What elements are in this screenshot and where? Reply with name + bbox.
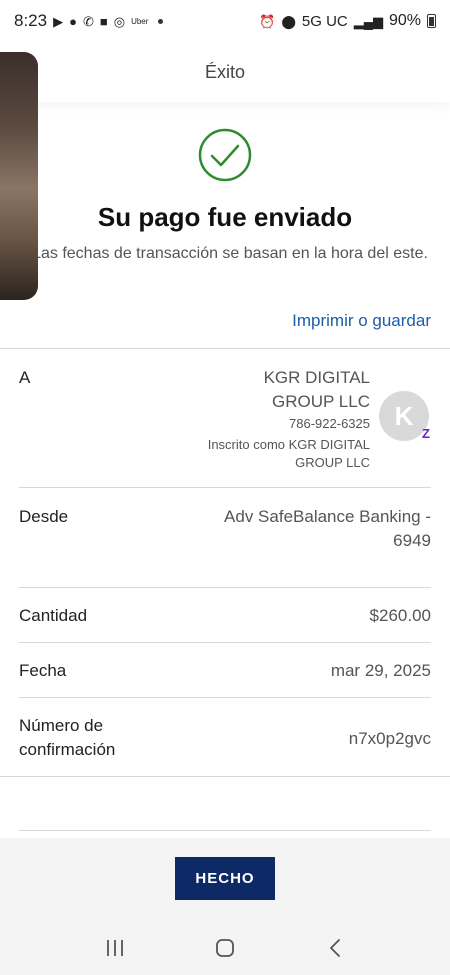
confirmation-number: n7x0p2gvc — [348, 729, 431, 748]
status-time: 8:23 — [14, 11, 48, 30]
from-label: Desde — [19, 507, 69, 526]
divider — [19, 487, 431, 488]
divider — [0, 776, 450, 777]
done-button[interactable]: HECHO — [175, 857, 275, 900]
video-icon: ▶ — [53, 13, 64, 29]
battery-icon — [427, 14, 436, 28]
instagram-icon: ◎ — [113, 13, 126, 29]
back-icon — [330, 938, 340, 957]
status-bar: 8:23 ▶ ● ✆ ■ ◎ Uber ⏰ ⬤ 5G UC ▂▄▆ 90% — [0, 0, 450, 42]
success-check-icon — [198, 128, 252, 182]
zelle-badge-icon: Z — [422, 426, 430, 441]
divider — [19, 830, 431, 831]
chat-icon: ● — [69, 13, 77, 29]
page-title: Éxito — [204, 61, 246, 82]
date-value: mar 29, 2025 — [330, 661, 431, 680]
recent-apps-button[interactable] — [95, 928, 135, 968]
avatar-initial: K — [394, 400, 414, 431]
app-n-icon: ■ — [99, 13, 108, 29]
system-nav-bar — [0, 920, 450, 975]
more-notifications-icon — [158, 18, 164, 24]
recipient-label: A — [19, 368, 31, 387]
recipient-enrolled-as: Inscrito como KGR DIGITAL GROUP LLC — [207, 437, 370, 470]
date-label: Fecha — [19, 661, 67, 680]
alarm-icon: ⏰ — [259, 13, 276, 29]
divider — [0, 348, 450, 349]
confirmation-label: Número de confirmación — [19, 716, 116, 759]
divider — [19, 697, 431, 698]
signal-icon: ▂▄▆ — [353, 13, 383, 29]
uber-icon: Uber — [131, 16, 149, 26]
back-button[interactable] — [315, 928, 355, 968]
location-icon: ⬤ — [281, 13, 296, 29]
video-pip-overlay[interactable] — [0, 52, 38, 300]
recipient-phone: 786-922-6325 — [289, 416, 370, 431]
recent-apps-icon — [107, 939, 123, 956]
amount-label: Cantidad — [19, 606, 88, 625]
network-indicator: 5G UC — [301, 12, 348, 30]
success-subtitle: Las fechas de transacción se basan en la… — [32, 245, 428, 262]
home-icon — [216, 938, 234, 957]
battery-percent: 90% — [388, 12, 421, 29]
amount-value: $260.00 — [369, 606, 431, 625]
divider — [19, 642, 431, 643]
home-button[interactable] — [205, 928, 245, 968]
missed-call-icon: ✆ — [82, 13, 94, 29]
page-header: Éxito — [0, 42, 450, 102]
from-account: Adv SafeBalance Banking - 6949 — [224, 507, 431, 550]
print-or-save-link[interactable]: Imprimir o guardar — [292, 311, 431, 331]
recipient-name: KGR DIGITAL GROUP LLC — [263, 368, 370, 411]
success-title: Su pago fue enviado — [97, 202, 353, 232]
divider — [19, 587, 431, 588]
